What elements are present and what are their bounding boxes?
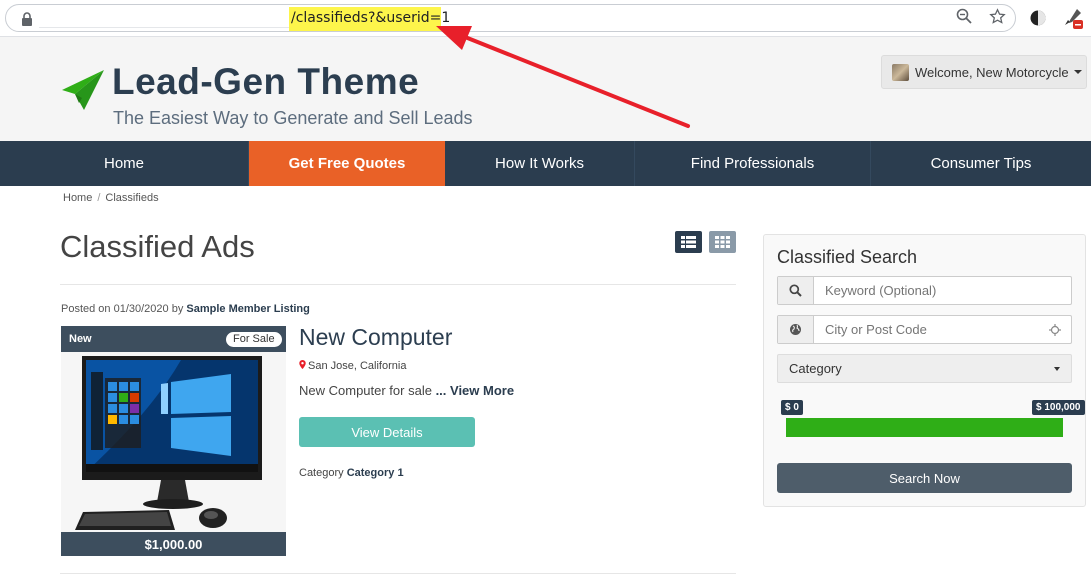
welcome-label: Welcome, New Motorcycle: [915, 64, 1069, 80]
list-view-icon: [681, 236, 696, 248]
listing-description: New Computer for sale ... View More: [299, 383, 514, 398]
url-text: /classifieds?&userid=1: [291, 10, 451, 26]
browser-toolbar: /classifieds?&userid=1: [0, 0, 1091, 37]
listing-card[interactable]: New For Sale $1,000.00: [61, 326, 286, 556]
list-view-button[interactable]: [675, 231, 702, 253]
location-text: San Jose, California: [308, 360, 407, 372]
price-max-label: $ 100,000: [1032, 400, 1085, 415]
nav-item-consumer-tips[interactable]: Consumer Tips: [871, 141, 1091, 186]
posted-by-link[interactable]: Sample Member Listing: [186, 303, 309, 315]
chevron-down-icon: [1073, 70, 1082, 74]
listing-image[interactable]: [61, 352, 286, 532]
view-more-link[interactable]: ... View More: [436, 383, 515, 398]
divider: [60, 284, 736, 285]
location-input[interactable]: [814, 316, 1071, 343]
view-details-button[interactable]: View Details: [299, 417, 475, 447]
site-header: Lead-Gen Theme The Easiest Way to Genera…: [0, 37, 1091, 141]
classified-search-panel: Classified Search Category $: [763, 234, 1086, 507]
page-title: Classified Ads: [60, 229, 255, 264]
paper-plane-logo-icon[interactable]: [60, 68, 106, 112]
nav-item-home[interactable]: Home: [0, 141, 249, 186]
bookmark-star-icon[interactable]: [989, 8, 1006, 25]
map-pin-icon: [299, 360, 306, 369]
breadcrumb-home[interactable]: Home: [63, 192, 92, 204]
color-picker-extension-icon[interactable]: [1062, 6, 1084, 30]
lock-icon: [22, 12, 32, 26]
location-field[interactable]: [777, 315, 1072, 344]
category-prefix: Category: [299, 467, 347, 479]
search-title: Classified Search: [777, 247, 918, 267]
nav-item-how-it-works[interactable]: How It Works: [445, 141, 635, 186]
site-tagline: The Easiest Way to Generate and Sell Lea…: [113, 108, 473, 128]
crosshair-icon[interactable]: [1049, 324, 1061, 336]
address-bar[interactable]: /classifieds?&userid=1: [5, 4, 1016, 32]
listing-title[interactable]: New Computer: [299, 324, 452, 351]
category-select[interactable]: Category: [777, 354, 1072, 383]
status-badge: For Sale: [226, 332, 282, 347]
zoom-out-icon[interactable]: [956, 8, 972, 24]
description-text: New Computer for sale: [299, 383, 436, 398]
category-link[interactable]: Category 1: [347, 467, 404, 479]
computer-image: [61, 352, 286, 532]
category-select-value: Category: [789, 361, 842, 376]
listing-price: $1,000.00: [144, 537, 203, 552]
user-menu-button[interactable]: Welcome, New Motorcycle: [881, 55, 1087, 89]
price-range-fill[interactable]: [786, 418, 1063, 437]
posted-prefix: Posted on 01/30/2020 by: [61, 303, 187, 315]
keyword-field[interactable]: [777, 276, 1072, 305]
grid-view-button[interactable]: [709, 231, 736, 253]
avatar: [892, 63, 909, 81]
nav-item-get-free-quotes[interactable]: Get Free Quotes: [249, 141, 445, 186]
search-now-button[interactable]: Search Now: [777, 463, 1072, 493]
search-icon: [778, 277, 814, 304]
keyword-input[interactable]: [814, 277, 1071, 304]
price-range-slider[interactable]: [786, 418, 1063, 437]
listing-location: San Jose, California: [299, 360, 406, 372]
globe-icon: [778, 316, 814, 343]
dark-mode-extension-icon[interactable]: [1029, 9, 1047, 27]
posted-line: Posted on 01/30/2020 by Sample Member Li…: [61, 303, 310, 315]
price-min-label: $ 0: [781, 400, 803, 415]
new-badge: New: [69, 333, 92, 345]
grid-view-icon: [715, 236, 730, 248]
breadcrumb: Home / Classifieds: [63, 192, 159, 204]
site-title[interactable]: Lead-Gen Theme: [112, 61, 419, 103]
chevron-down-icon: [1054, 367, 1060, 371]
breadcrumb-current: Classifieds: [105, 192, 159, 204]
nav-item-find-professionals[interactable]: Find Professionals: [635, 141, 871, 186]
divider: [60, 573, 736, 574]
main-nav: Home Get Free Quotes How It Works Find P…: [0, 141, 1091, 186]
listing-category: Category Category 1: [299, 467, 404, 479]
url-redacted: [39, 8, 289, 28]
